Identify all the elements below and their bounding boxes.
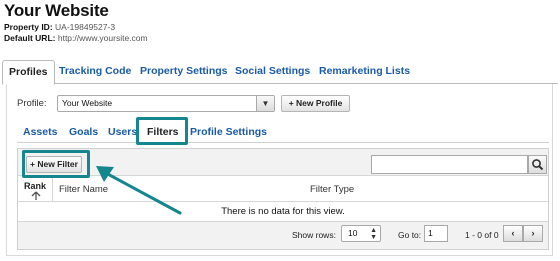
annotation-arrow — [96, 166, 182, 215]
